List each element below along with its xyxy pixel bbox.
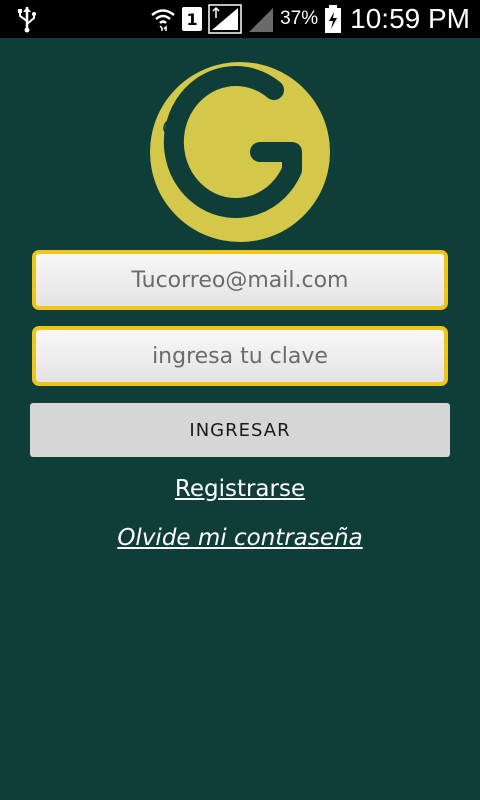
email-field-container xyxy=(32,250,448,310)
forgot-password-link-row: Olvide mi contraseña xyxy=(0,525,480,551)
wifi-icon xyxy=(151,9,175,31)
battery-charging-icon xyxy=(325,5,342,33)
gestao-logo: Gestao xyxy=(150,62,330,242)
usb-icon xyxy=(18,7,36,33)
login-button[interactable]: INGRESAR xyxy=(30,403,450,457)
password-field[interactable] xyxy=(36,329,444,383)
forgot-password-link[interactable]: Olvide mi contraseña xyxy=(117,525,362,551)
email-field[interactable] xyxy=(36,253,444,307)
sim-icon: 1 xyxy=(182,7,203,31)
clock: 10:59 PM xyxy=(350,3,470,34)
signal-icon xyxy=(208,4,242,34)
signal-empty-icon xyxy=(249,8,274,32)
register-link[interactable]: Registrarse xyxy=(175,476,305,502)
password-field-container xyxy=(32,326,448,386)
battery-percent: 37% xyxy=(280,8,319,29)
register-link-row: Registrarse xyxy=(0,476,480,502)
status-bar: 1 37% 10:59 PM xyxy=(0,0,480,38)
